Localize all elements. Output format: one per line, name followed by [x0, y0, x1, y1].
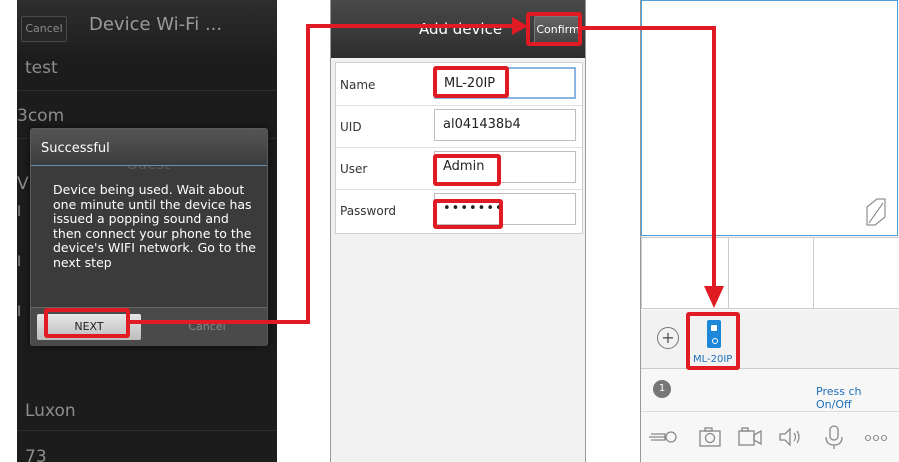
user-highlight-box [433, 154, 501, 186]
wifi-top-bar: Cancel Device Wi-Fi ... [17, 0, 277, 58]
dialog-title: Successful [41, 141, 110, 156]
more-icon[interactable] [863, 424, 889, 450]
wifi-network-item[interactable]: 3com [17, 106, 64, 126]
camera-icon[interactable] [697, 424, 723, 450]
connector-line [306, 24, 518, 28]
wifi-network-item[interactable]: V [17, 174, 29, 194]
speaker-icon[interactable] [777, 424, 803, 450]
wifi-screen-title: Device Wi-Fi ... [89, 14, 223, 35]
wifi-network-item[interactable]: 73 [25, 447, 47, 462]
password-label: Password [340, 204, 397, 218]
wifi-selection-screen: Cancel Device Wi-Fi ... test 3com V I I … [17, 0, 277, 462]
wifi-network-item[interactable]: I [17, 254, 21, 270]
video-icon[interactable] [737, 424, 763, 450]
wifi-cancel-button[interactable]: Cancel [21, 16, 67, 42]
connector-line [306, 24, 310, 324]
arrow-right-icon [512, 17, 528, 35]
divider [17, 430, 277, 431]
uid-value: al041438b4 [443, 117, 521, 132]
channel-toggle-label[interactable]: Press ch On/Off [816, 385, 899, 411]
bottom-toolbar [641, 412, 899, 462]
add-device-title: Add device [419, 20, 503, 38]
wifi-network-item[interactable]: I [17, 304, 21, 320]
user-label: User [340, 162, 368, 176]
wifi-network-item[interactable]: Luxon [25, 401, 76, 421]
divider [17, 90, 277, 91]
video-cell[interactable] [728, 237, 814, 309]
video-cell[interactable] [813, 237, 899, 309]
password-highlight-box [433, 199, 503, 229]
connector-line [712, 26, 716, 288]
dialog-header: Successful [31, 129, 267, 166]
key-icon[interactable] [647, 424, 679, 450]
name-label: Name [340, 78, 376, 92]
uid-field[interactable]: al041438b4 [434, 109, 576, 141]
camera-view-screen: + ML-20IP 1 Press ch On/Off [640, 0, 899, 462]
microphone-icon[interactable] [821, 424, 847, 450]
confirm-highlight-box [526, 12, 582, 46]
uid-row: UID al041438b4 [336, 105, 582, 148]
device-bar: + ML-20IP [641, 310, 899, 369]
dialog-message: Device being used. Wait about one minute… [53, 182, 256, 270]
device-highlight-box [686, 312, 740, 370]
main-video-cell[interactable] [641, 0, 898, 236]
edit-pen-icon[interactable] [865, 197, 887, 227]
connector-line [582, 26, 716, 30]
dialog-cancel-button[interactable]: Cancel [155, 314, 259, 340]
name-highlight-box [433, 66, 509, 98]
next-highlight-box [44, 308, 130, 338]
arrow-down-icon [704, 286, 724, 308]
connector-line [130, 320, 310, 324]
uid-label: UID [340, 120, 362, 134]
wifi-network-item[interactable]: test [25, 58, 58, 78]
channel-bar: 1 Press ch On/Off [641, 369, 899, 412]
channel-number-badge[interactable]: 1 [653, 380, 671, 398]
plus-circle-icon[interactable]: + [657, 327, 679, 349]
wifi-network-item[interactable]: I [17, 204, 21, 220]
